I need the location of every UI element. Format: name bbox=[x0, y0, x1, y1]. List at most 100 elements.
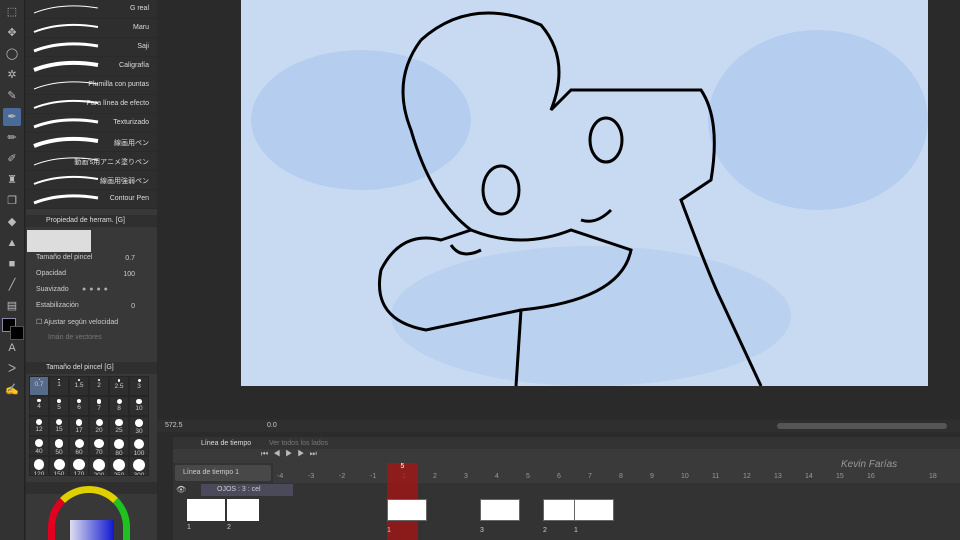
brush-size-option[interactable]: 15 bbox=[49, 416, 69, 436]
gradient-icon[interactable]: ■ bbox=[3, 255, 21, 273]
brush-item[interactable]: Plumilla con puntas bbox=[26, 76, 157, 95]
brush-dot-icon bbox=[114, 439, 124, 449]
brush-size-option[interactable]: 20 bbox=[89, 416, 109, 436]
sub-color-swatch[interactable] bbox=[10, 326, 24, 340]
pencil-tool-icon[interactable]: ✏ bbox=[3, 129, 21, 147]
brush-size-option[interactable]: 300 bbox=[129, 456, 149, 476]
thumb-1[interactable] bbox=[187, 499, 225, 521]
brush-size-option[interactable]: 2.5 bbox=[109, 376, 129, 396]
brush-item[interactable]: 動画's用アニメ塗りペン bbox=[26, 152, 157, 171]
layer-row[interactable]: OJOS : 3 : cel bbox=[201, 484, 293, 496]
brush-size-option[interactable]: 100 bbox=[129, 436, 149, 456]
brush-list: G real Maru Saji Caligrafía Plumilla con pun… bbox=[26, 0, 157, 209]
speed-label: Ajustar según velocidad bbox=[43, 319, 119, 326]
speed-checkbox[interactable]: ☐ Ajustar según velocidad bbox=[26, 316, 157, 332]
brush-item[interactable]: Caligrafía bbox=[26, 57, 157, 76]
brush-size-option[interactable]: 8 bbox=[109, 396, 129, 416]
brush-size-option[interactable]: 0.7 bbox=[29, 376, 49, 396]
blend-tool-icon[interactable]: ❐ bbox=[3, 192, 21, 210]
brush-name: 線画用ペン bbox=[114, 140, 149, 147]
zoom-value[interactable]: 572.5 bbox=[165, 422, 183, 429]
brush-dot-icon bbox=[73, 459, 85, 471]
play-icon[interactable]: ▶ bbox=[285, 449, 297, 458]
brush-size-option[interactable]: 25 bbox=[109, 416, 129, 436]
brush-size-option[interactable]: 1 bbox=[49, 376, 69, 396]
brush-item[interactable]: Para línea de efecto bbox=[26, 95, 157, 114]
brush-size-option[interactable]: 30 bbox=[129, 416, 149, 436]
pen-tool-icon[interactable]: ✒ bbox=[3, 108, 21, 126]
smoothing-row[interactable]: Suavizado ●●●● bbox=[26, 284, 157, 300]
brush-size-option[interactable]: 4 bbox=[29, 396, 49, 416]
brush-size-option[interactable]: 40 bbox=[29, 436, 49, 456]
brush-dot-icon bbox=[33, 459, 45, 470]
brush-size-option[interactable]: 150 bbox=[49, 456, 69, 476]
fill-icon[interactable]: ▲ bbox=[3, 234, 21, 252]
brush-size-option[interactable]: 70 bbox=[89, 436, 109, 456]
color-square[interactable] bbox=[70, 520, 114, 540]
frame-tool-icon[interactable]: ▤ bbox=[3, 297, 21, 315]
brush-item[interactable]: 線画用強弱ペン bbox=[26, 171, 157, 190]
brush-size-option[interactable]: 80 bbox=[109, 436, 129, 456]
brush-tool-icon[interactable]: ✐ bbox=[3, 150, 21, 168]
brush-item[interactable]: 線画用ペン bbox=[26, 133, 157, 152]
animation-cel[interactable] bbox=[574, 499, 614, 521]
brush-size-row[interactable]: Tamaño del pincel 0.7 bbox=[26, 252, 157, 268]
brush-item[interactable]: Contour Pen bbox=[26, 190, 157, 209]
brush-item[interactable]: Maru bbox=[26, 19, 157, 38]
stabilization-value[interactable]: 0 bbox=[131, 303, 135, 310]
tab-all-sides[interactable]: Ver todos los lados bbox=[269, 440, 328, 447]
brush-item[interactable]: Saji bbox=[26, 38, 157, 57]
brush-size-option[interactable]: 10 bbox=[129, 396, 149, 416]
move-tool-icon[interactable]: ✥ bbox=[3, 24, 21, 42]
balloon-tool-icon[interactable]: ᐳ bbox=[3, 360, 21, 378]
brush-size-value[interactable]: 0.7 bbox=[125, 255, 135, 262]
brush-size-label: 300 bbox=[133, 472, 145, 476]
brush-size-option[interactable]: 200 bbox=[89, 456, 109, 476]
thumb-2[interactable] bbox=[227, 499, 259, 521]
brush-size-option[interactable]: 17 bbox=[69, 416, 89, 436]
brush-size-option[interactable]: 170 bbox=[69, 456, 89, 476]
brush-size-option[interactable]: 12 bbox=[29, 416, 49, 436]
text-tool-icon[interactable]: A bbox=[3, 339, 21, 357]
prev-frame-icon[interactable]: ◀ bbox=[273, 449, 285, 458]
drawing-canvas[interactable] bbox=[241, 0, 928, 386]
brush-size-option[interactable]: 60 bbox=[69, 436, 89, 456]
brush-size-option[interactable]: 1.5 bbox=[69, 376, 89, 396]
animation-cel[interactable] bbox=[480, 499, 520, 521]
brush-size-option[interactable]: 3 bbox=[129, 376, 149, 396]
tab-timeline[interactable]: Línea de tiempo bbox=[201, 440, 251, 447]
brush-size-option[interactable]: 7 bbox=[89, 396, 109, 416]
brush-size-option[interactable]: 250 bbox=[109, 456, 129, 476]
animation-cel[interactable] bbox=[387, 499, 427, 521]
airbrush-icon[interactable]: ♜ bbox=[3, 171, 21, 189]
line-tool-icon[interactable]: ╱ bbox=[3, 276, 21, 294]
brush-dot-icon bbox=[38, 379, 40, 380]
timeline-select[interactable]: Línea de tiempo 1 bbox=[175, 465, 271, 481]
correct-line-icon[interactable]: ✍ bbox=[3, 381, 21, 399]
brush-size-option[interactable]: 6 bbox=[69, 396, 89, 416]
eraser-icon[interactable]: ◆ bbox=[3, 213, 21, 231]
brush-item[interactable]: Texturizado bbox=[26, 114, 157, 133]
stabilization-row[interactable]: Estabilización 0 bbox=[26, 300, 157, 316]
vector-magnet[interactable]: Imán de vectores bbox=[26, 332, 157, 348]
first-frame-icon[interactable]: ⏮ bbox=[261, 449, 273, 458]
brush-size-option[interactable]: 120 bbox=[29, 456, 49, 476]
brush-size-label: 15 bbox=[55, 426, 63, 434]
horizontal-scrollbar[interactable] bbox=[777, 423, 947, 429]
lasso-tool-icon[interactable]: ◯ bbox=[3, 45, 21, 63]
brush-size-option[interactable]: 2 bbox=[89, 376, 109, 396]
opacity-value[interactable]: 100 bbox=[123, 271, 135, 278]
brush-size-option[interactable]: 5 bbox=[49, 396, 69, 416]
brush-dot-icon bbox=[116, 399, 122, 404]
last-frame-icon[interactable]: ⏭ bbox=[310, 449, 322, 458]
opacity-row[interactable]: Opacidad 100 bbox=[26, 268, 157, 284]
smoothing-options[interactable]: ●●●● bbox=[82, 286, 111, 293]
eye-icon[interactable]: 👁 bbox=[176, 485, 186, 494]
eyedropper-icon[interactable]: ✎ bbox=[3, 87, 21, 105]
brush-item[interactable]: G real bbox=[26, 0, 157, 19]
angle-value[interactable]: 0.0 bbox=[267, 422, 277, 429]
next-frame-icon[interactable]: ▶ bbox=[297, 449, 309, 458]
magic-wand-icon[interactable]: ✲ bbox=[3, 66, 21, 84]
brush-size-option[interactable]: 50 bbox=[49, 436, 69, 456]
operation-tool-icon[interactable]: ⬚ bbox=[3, 3, 21, 21]
